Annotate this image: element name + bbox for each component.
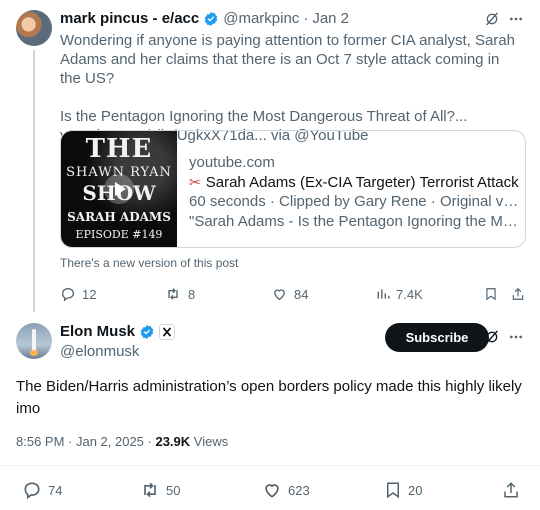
views-icon bbox=[376, 286, 390, 302]
video-thumbnail[interactable]: THE SHAWN RYAN SHOW SARAH ADAMS EPISODE … bbox=[61, 131, 177, 247]
parent-author-handle[interactable]: @markpinc bbox=[223, 10, 299, 27]
play-icon[interactable] bbox=[104, 174, 134, 204]
parent-tweet-actions: 12 8 84 7.4K bbox=[60, 286, 530, 304]
repost-count: 50 bbox=[166, 482, 181, 498]
parent-tweet-date[interactable]: Jan 2 bbox=[312, 10, 349, 27]
bookmark-icon bbox=[384, 480, 402, 500]
parent-tweet-header: mark pincus - e/acc @markpinc · Jan 2 bbox=[60, 10, 349, 27]
verified-badge-icon bbox=[139, 324, 155, 340]
main-tweet-text: The Biden/Harris administration’s open b… bbox=[16, 378, 522, 417]
reply-button[interactable]: 74 bbox=[22, 480, 62, 500]
repost-icon bbox=[164, 286, 182, 302]
thumb-line-5: EPISODE #149 bbox=[75, 228, 163, 241]
separator-dot: · bbox=[303, 10, 309, 27]
parent-tweet-text: Wondering if anyone is paying attention … bbox=[60, 31, 520, 145]
main-author-name-row: Elon Musk bbox=[60, 323, 176, 340]
repost-icon bbox=[140, 480, 160, 500]
reply-count: 74 bbox=[48, 482, 63, 498]
reply-icon bbox=[22, 480, 42, 500]
subscribe-button[interactable]: Subscribe bbox=[385, 323, 489, 352]
parent-tweet-question: Wondering if anyone is paying attention … bbox=[60, 32, 515, 87]
reply-count: 12 bbox=[82, 286, 97, 302]
parent-author-name[interactable]: mark pincus - e/acc bbox=[60, 10, 199, 27]
card-title: Sarah Adams (Ex-CIA Targeter) Terrorist … bbox=[205, 173, 519, 191]
tweet-meta: 8:56 PM · Jan 2, 2025 · 23.9K Views bbox=[16, 434, 228, 449]
thread-connector-line bbox=[33, 50, 35, 312]
reply-icon bbox=[60, 286, 76, 302]
more-icon[interactable] bbox=[508, 11, 524, 27]
x-affiliate-icon[interactable] bbox=[159, 323, 176, 340]
verified-badge-icon bbox=[203, 11, 219, 27]
bookmark-button[interactable] bbox=[484, 286, 498, 302]
rocket-flame bbox=[30, 350, 38, 356]
card-domain: youtube.com bbox=[189, 154, 275, 171]
new-version-notice[interactable]: There's a new version of this post bbox=[60, 256, 238, 270]
views-count: 23.9K bbox=[155, 434, 191, 449]
link-preview-card[interactable]: THE SHAWN RYAN SHOW SARAH ADAMS EPISODE … bbox=[60, 130, 526, 248]
grok-icon[interactable] bbox=[484, 11, 500, 27]
reply-button[interactable]: 12 bbox=[60, 286, 96, 302]
like-count: 84 bbox=[294, 286, 309, 302]
card-description: "Sarah Adams - Is the Pentagon Ignoring … bbox=[189, 212, 519, 230]
views-button[interactable]: 7.4K bbox=[376, 286, 423, 302]
divider bbox=[0, 465, 540, 466]
share-button[interactable] bbox=[502, 480, 520, 500]
more-icon[interactable] bbox=[508, 329, 524, 345]
repost-button[interactable]: 50 bbox=[140, 480, 180, 500]
scissors-icon: ✂ bbox=[189, 173, 201, 190]
main-author-handle[interactable]: @elonmusk bbox=[60, 343, 139, 360]
like-button[interactable]: 84 bbox=[271, 286, 308, 302]
views-label: Views bbox=[190, 434, 229, 449]
main-tweet-actions: 74 50 623 20 bbox=[16, 480, 526, 500]
like-icon bbox=[271, 286, 288, 302]
main-author-name[interactable]: Elon Musk bbox=[60, 323, 135, 340]
thumb-line-4: SARAH ADAMS bbox=[67, 210, 171, 224]
bookmark-icon bbox=[484, 286, 498, 302]
parent-author-avatar[interactable] bbox=[16, 10, 52, 46]
repost-button[interactable]: 8 bbox=[164, 286, 195, 302]
bookmark-count: 20 bbox=[408, 482, 423, 498]
share-icon bbox=[511, 286, 525, 302]
tweet-timestamp[interactable]: 8:56 PM · Jan 2, 2025 · bbox=[16, 434, 155, 449]
like-count: 623 bbox=[288, 482, 310, 498]
share-icon bbox=[502, 480, 520, 500]
parent-tweet-clip-title: Is the Pentagon Ignoring the Most Danger… bbox=[60, 108, 468, 125]
share-button[interactable] bbox=[511, 286, 525, 302]
repost-count: 8 bbox=[188, 286, 196, 302]
views-count: 7.4K bbox=[396, 286, 423, 302]
like-icon bbox=[262, 480, 282, 500]
grok-icon[interactable] bbox=[484, 329, 500, 345]
thumb-line-1: THE bbox=[85, 134, 153, 164]
card-meta: 60 seconds · Clipped by Gary Rene · Orig… bbox=[189, 193, 519, 210]
bookmark-button[interactable]: 20 bbox=[384, 480, 422, 500]
main-author-avatar[interactable] bbox=[16, 323, 52, 359]
like-button[interactable]: 623 bbox=[262, 480, 310, 500]
